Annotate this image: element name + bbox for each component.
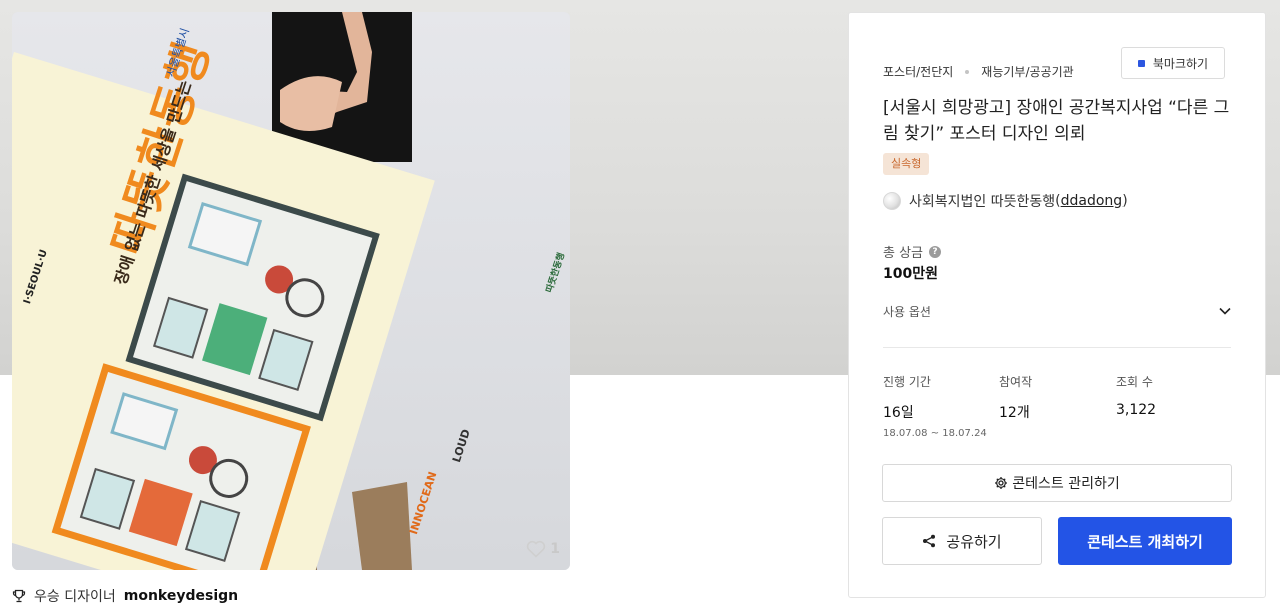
stat-views: 조회 수 3,122 — [1116, 373, 1156, 418]
stat-entries-value: 12개 — [999, 405, 1030, 421]
bookmark-icon — [1137, 59, 1145, 67]
share-button[interactable]: 공유하기 — [882, 517, 1042, 565]
options-toggle[interactable]: 사용 옵션 — [883, 301, 1231, 321]
stat-period-dates: 18.07.08 ~ 18.07.24 — [883, 428, 987, 439]
person-hand — [280, 76, 342, 131]
bookmark-button[interactable]: 북마크하기 — [1121, 47, 1225, 79]
manage-contest-label: 콘테스트 관리하기 — [1012, 476, 1120, 492]
manage-contest-button[interactable]: 콘테스트 관리하기 — [882, 464, 1232, 502]
person-leg-right — [352, 482, 412, 570]
stat-views-label: 조회 수 — [1116, 375, 1153, 389]
host-info: 사회복지법인 따뜻한동행(ddadong) — [883, 191, 1128, 211]
stat-period-value: 16일 — [883, 405, 914, 421]
winner-designer: 우승 디자이너 monkeydesign — [12, 586, 238, 606]
breadcrumb-separator — [965, 69, 970, 74]
stat-entries-label: 참여작 — [999, 375, 1033, 389]
plan-badge: 실속형 — [883, 153, 930, 175]
help-icon[interactable]: ? — [929, 245, 942, 258]
category-breadcrumb: 포스터/전단지 재능기부/공공기관 — [883, 63, 1074, 80]
winner-label: 우승 디자이너 — [34, 589, 116, 605]
stat-period: 진행 기간 16일 18.07.08 ~ 18.07.24 — [883, 373, 987, 439]
options-label: 사용 옵션 — [883, 304, 931, 319]
host-avatar[interactable] — [883, 192, 901, 210]
stat-entries: 참여작 12개 — [999, 373, 1032, 422]
share-label: 공유하기 — [946, 532, 1002, 551]
like-count: 1 — [550, 541, 560, 557]
bookmark-label: 북마크하기 — [1152, 56, 1209, 71]
contest-info-panel: 포스터/전단지 재능기부/공공기관 북마크하기 [서울시 희망광고] 장애인 공… — [848, 12, 1266, 598]
like-button[interactable]: 1 — [526, 540, 560, 558]
prize-label: 총 상금 ? — [883, 242, 942, 261]
heart-icon — [527, 540, 546, 558]
contest-title: [서울시 희망광고] 장애인 공간복지사업 “다른 그림 찾기” 포스터 디자인… — [883, 98, 1230, 144]
stat-period-label: 진행 기간 — [883, 375, 931, 389]
share-icon — [923, 534, 936, 548]
host-name: 사회복지법인 따뜻한동행 — [909, 194, 1056, 210]
divider — [883, 347, 1231, 348]
stat-views-value: 3,122 — [1116, 402, 1157, 418]
chevron-down-icon — [1219, 307, 1231, 315]
winning-design-image[interactable]: 따뜻한동행 장애 없는 따뜻한 세상을 만드는 서울특별시 I·SEOUL·U … — [12, 12, 570, 570]
subcategory-link[interactable]: 재능기부/공공기관 — [981, 63, 1073, 80]
winner-name[interactable]: monkeydesign — [124, 588, 238, 604]
trophy-icon — [12, 589, 26, 603]
category-link[interactable]: 포스터/전단지 — [883, 63, 953, 80]
host-handle-link[interactable]: ddadong — [1061, 193, 1123, 209]
prize-label-text: 총 상금 — [883, 246, 924, 261]
host-contest-button[interactable]: 콘테스트 개최하기 — [1058, 517, 1232, 565]
gear-icon — [995, 477, 1008, 489]
prize-value: 100만원 — [883, 266, 938, 282]
poster-photo — [12, 12, 570, 570]
